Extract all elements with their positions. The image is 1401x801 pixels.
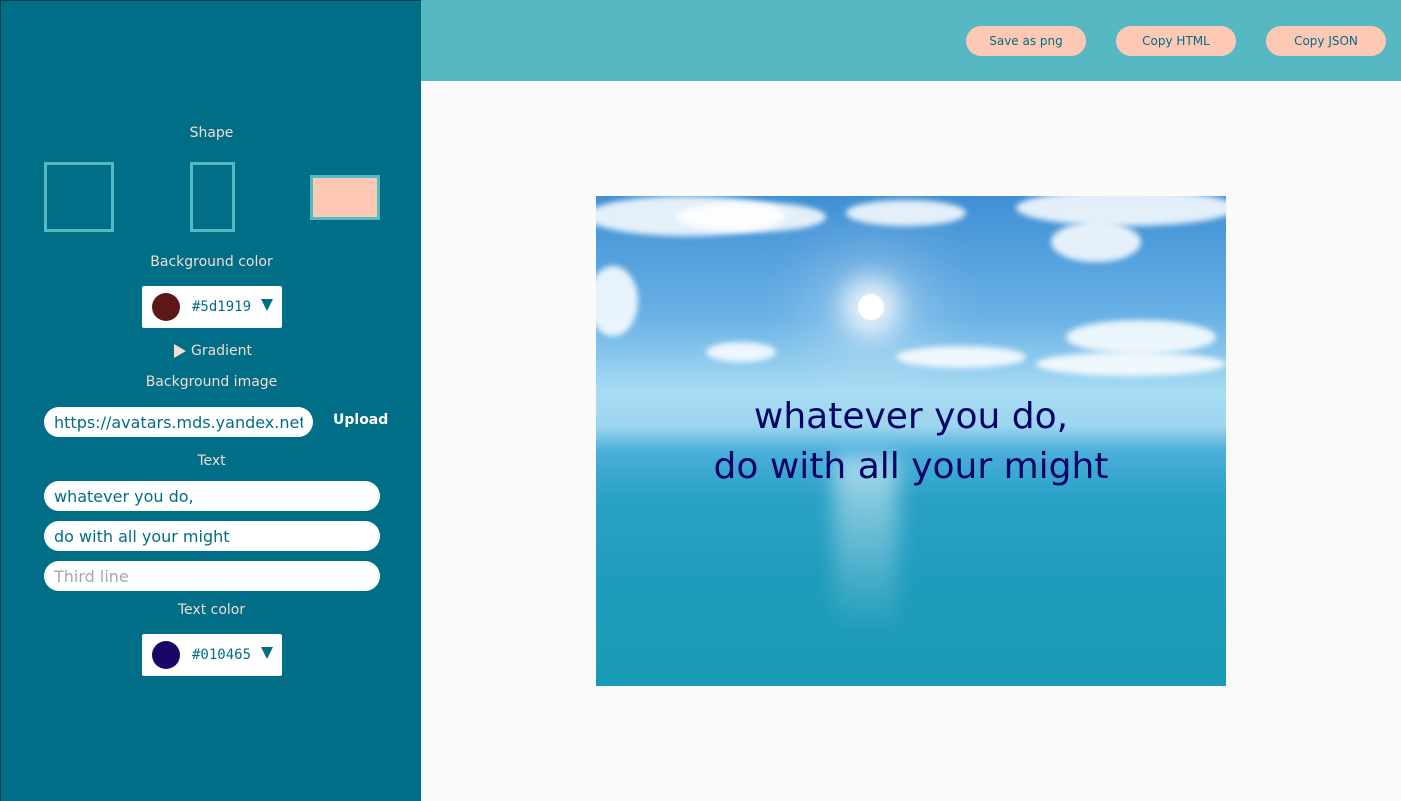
save-as-png-button[interactable]: Save as png [966, 26, 1086, 56]
cloud [1036, 352, 1226, 376]
cloud [596, 266, 638, 336]
play-triangle-icon [174, 344, 186, 358]
cloud [1016, 196, 1226, 226]
background-color-label: Background color [150, 254, 273, 270]
cloud [846, 200, 966, 226]
text-color-swatch [152, 641, 180, 669]
text-label: Text [197, 453, 226, 469]
canvas-text-line-2: do with all your might [713, 446, 1109, 487]
upload-button[interactable]: Upload [333, 412, 388, 428]
background-color-picker[interactable]: #5d1919 [142, 286, 282, 328]
background-image-url-input[interactable] [44, 407, 313, 437]
background-color-value: #5d1919 [192, 299, 252, 315]
cloud [1051, 222, 1141, 262]
background-color-swatch [152, 293, 180, 321]
cloud [896, 346, 1026, 368]
cloud [1066, 320, 1216, 354]
background-image-label: Background image [145, 374, 278, 390]
settings-sidebar: Shape Background color #5d1919 Gradient … [0, 0, 421, 801]
canvas-text-line-1: whatever you do, [753, 396, 1069, 437]
chevron-down-icon [261, 299, 273, 311]
preview-canvas: whatever you do, do with all your might [596, 196, 1226, 686]
text-line-3-input[interactable] [44, 561, 380, 591]
top-toolbar: Save as png Copy HTML Copy JSON [421, 0, 1401, 81]
gradient-toggle[interactable]: Gradient [174, 343, 252, 359]
text-line-1-input[interactable] [44, 481, 380, 511]
copy-json-button[interactable]: Copy JSON [1266, 26, 1386, 56]
sun [858, 294, 884, 320]
shape-label: Shape [189, 125, 234, 141]
copy-html-button[interactable]: Copy HTML [1116, 26, 1236, 56]
shape-portrait-option[interactable] [190, 162, 235, 232]
gradient-label: Gradient [191, 343, 252, 359]
cloud [706, 342, 776, 362]
text-color-label: Text color [177, 602, 246, 618]
text-color-picker[interactable]: #010465 [142, 634, 282, 676]
cloud [676, 202, 826, 232]
text-line-2-input[interactable] [44, 521, 380, 551]
text-color-value: #010465 [192, 647, 252, 663]
chevron-down-icon [261, 647, 273, 659]
shape-landscape-option[interactable] [310, 175, 380, 220]
shape-square-option[interactable] [44, 162, 114, 232]
